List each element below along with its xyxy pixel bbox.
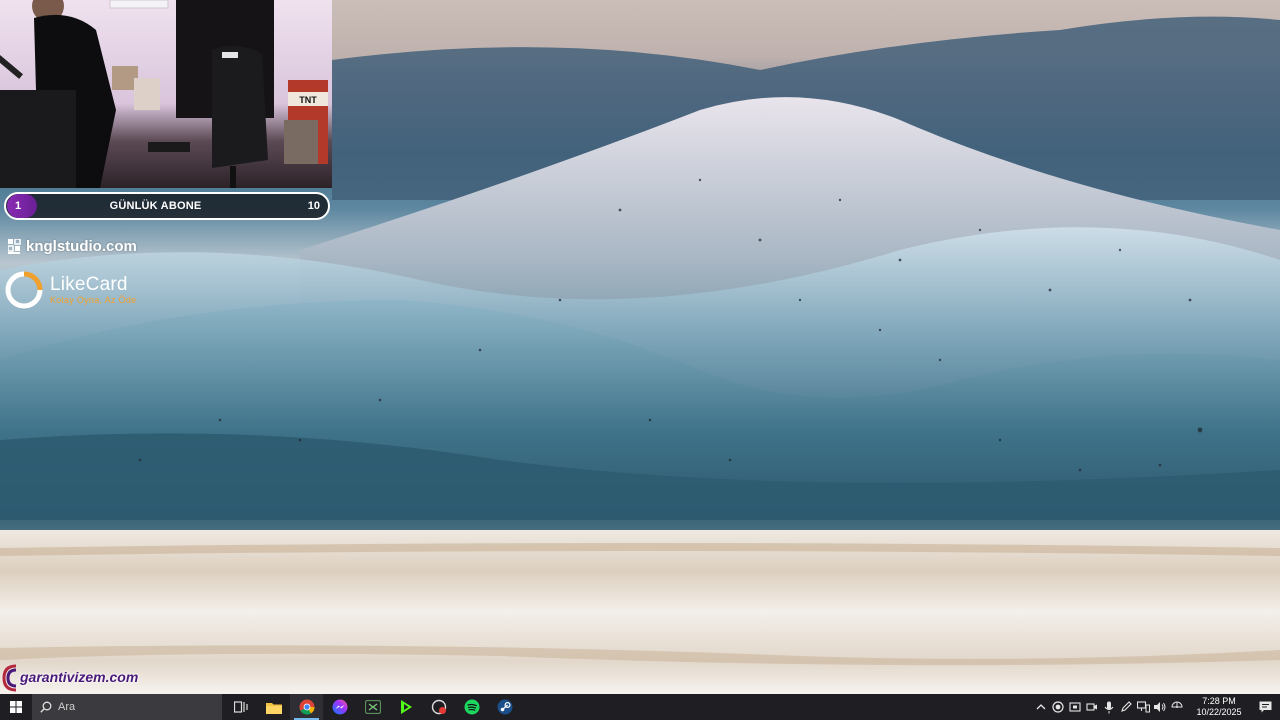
spotify-button[interactable]	[455, 694, 488, 720]
likecard-tagline: Kolay Oyna, Az Öde	[50, 295, 137, 305]
show-hidden-icons-button[interactable]	[1034, 694, 1048, 720]
pen-icon	[1121, 701, 1132, 712]
windows-logo-icon	[10, 701, 22, 713]
clock-date: 10/22/2025	[1196, 707, 1242, 717]
webcam-overlay: TNT	[0, 0, 332, 188]
xbox-icon	[364, 700, 381, 714]
search-icon	[40, 701, 52, 713]
tnt-sign: TNT	[299, 95, 317, 105]
network-icon	[1136, 701, 1150, 713]
garantivizem-logo-icon	[2, 664, 17, 692]
chevron-up-icon	[1036, 704, 1046, 710]
spotify-icon	[464, 699, 479, 715]
kick-studio-button[interactable]	[389, 694, 422, 720]
subscriber-goal-bar: 1 GÜNLÜK ABONE 10	[4, 192, 330, 220]
xbox-button[interactable]	[356, 694, 389, 720]
gpu-icon	[1069, 702, 1081, 712]
pinned-apps	[224, 694, 521, 720]
kngl-sponsor-logo: knglstudio.com	[8, 238, 137, 255]
recorder-button[interactable]	[422, 694, 455, 720]
clock-time: 7:28 PM	[1202, 696, 1236, 706]
tray-app-button[interactable]	[1119, 694, 1133, 720]
likecard-sponsor-logo: LikeCard Kolay Oyna, Az Öde	[4, 270, 136, 310]
recorder-icon	[431, 699, 446, 715]
system-tray: 7:28 PM 10/22/2025	[1034, 694, 1280, 720]
tray-app-button[interactable]	[1051, 694, 1065, 720]
subscriber-goal-label: GÜNLÜK ABONE	[109, 200, 202, 212]
speaker-fan-icon	[1171, 701, 1183, 708]
start-button[interactable]	[0, 694, 32, 720]
network-button[interactable]	[1136, 694, 1150, 720]
task-view-button[interactable]	[224, 694, 257, 720]
microphone-icon	[1104, 701, 1114, 713]
camera-tray-icon	[1086, 703, 1097, 711]
tray-app-button[interactable]	[1170, 694, 1184, 720]
likecard-logo-icon	[5, 271, 43, 309]
kick-studio-icon	[400, 700, 412, 714]
garantivizem-text: garantivizem.com	[20, 669, 139, 685]
search-placeholder: Ara	[58, 701, 76, 713]
task-view-icon	[233, 701, 248, 713]
notification-center-button[interactable]	[1254, 694, 1276, 720]
volume-icon	[1154, 702, 1166, 712]
steam-icon	[497, 699, 512, 715]
messenger-button[interactable]	[323, 694, 356, 720]
taskbar-search[interactable]: Ara	[32, 694, 222, 720]
subscriber-count: 1	[7, 194, 37, 218]
chrome-icon	[299, 699, 315, 715]
file-explorer-button[interactable]	[257, 694, 290, 720]
taskbar: Ara 7:28 PM 10/22/2025	[0, 694, 1280, 720]
file-explorer-icon	[265, 702, 282, 714]
record-status-icon	[1052, 701, 1064, 713]
kngl-logo-icon	[8, 238, 21, 254]
notification-icon	[1259, 701, 1271, 713]
kngl-sponsor-text: knglstudio.com	[26, 238, 137, 255]
volume-button[interactable]	[1153, 694, 1167, 720]
tray-app-button[interactable]	[1068, 694, 1082, 720]
microphone-button[interactable]	[1102, 694, 1116, 720]
messenger-icon	[332, 699, 347, 715]
likecard-title: LikeCard	[50, 274, 128, 295]
taskbar-clock[interactable]: 7:28 PM 10/22/2025	[1187, 696, 1251, 718]
steam-button[interactable]	[488, 694, 521, 720]
tray-app-button[interactable]	[1085, 694, 1099, 720]
subscriber-goal-target: 10	[307, 200, 320, 212]
garantivizem-sponsor-logo: garantivizem.com	[2, 662, 138, 692]
chrome-button[interactable]	[290, 694, 323, 720]
